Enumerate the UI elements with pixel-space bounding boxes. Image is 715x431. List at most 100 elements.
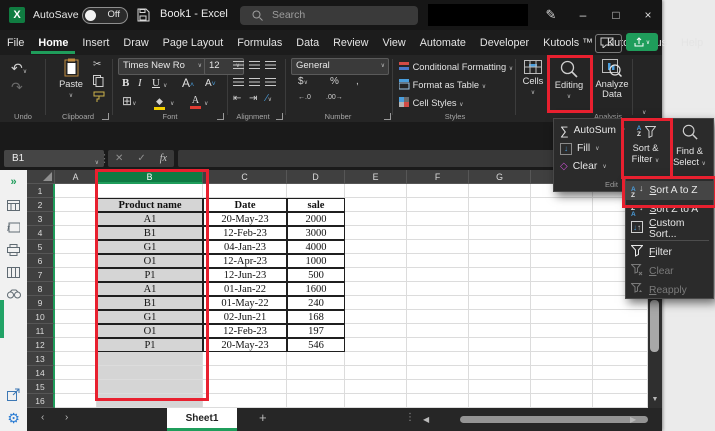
- cell-C7[interactable]: 12-Jun-23: [203, 268, 287, 282]
- pen-mode-icon[interactable]: ✎: [536, 0, 566, 30]
- cell-E6[interactable]: [345, 254, 407, 268]
- cell-E9[interactable]: [345, 296, 407, 310]
- row-header-16[interactable]: 16: [27, 394, 55, 408]
- row-header-5[interactable]: 5: [27, 240, 55, 254]
- tab-data[interactable]: Data: [289, 32, 326, 54]
- cell-D8[interactable]: 1600: [287, 282, 345, 296]
- search-box[interactable]: Search: [240, 6, 418, 25]
- cell-H8[interactable]: [531, 282, 593, 296]
- cell-D15[interactable]: [287, 380, 345, 394]
- sidebar-binoculars-icon[interactable]: [7, 289, 21, 299]
- sheetbar-ellipsis-icon[interactable]: ⋮: [405, 412, 415, 423]
- cell-B1[interactable]: [97, 184, 203, 198]
- sidebar-formula-pane-icon[interactable]: f: [7, 222, 20, 233]
- row-header-14[interactable]: 14: [27, 366, 55, 380]
- sidebar-printer-icon[interactable]: [7, 244, 20, 256]
- cell-C12[interactable]: 20-May-23: [203, 338, 287, 352]
- sidebar-columns-icon[interactable]: [7, 267, 20, 278]
- italic-button[interactable]: I: [138, 77, 142, 89]
- cell-E2[interactable]: [345, 198, 407, 212]
- tab-file[interactable]: File: [0, 32, 31, 54]
- decrease-font-button[interactable]: A˅: [205, 78, 216, 89]
- cell-C9[interactable]: 01-May-22: [203, 296, 287, 310]
- cancel-entry-icon[interactable]: ✕: [115, 153, 123, 164]
- cell-E13[interactable]: [345, 352, 407, 366]
- font-color-chevron-icon[interactable]: ∨: [204, 100, 208, 107]
- decrease-decimal-icon[interactable]: .00→: [326, 94, 343, 101]
- cell-E12[interactable]: [345, 338, 407, 352]
- row-header-6[interactable]: 6: [27, 254, 55, 268]
- cell-A1[interactable]: [55, 184, 97, 198]
- cell-B14[interactable]: [97, 366, 203, 380]
- cell-I16[interactable]: [593, 394, 648, 408]
- cell-G4[interactable]: [469, 226, 531, 240]
- confirm-entry-icon[interactable]: ✓: [137, 153, 145, 164]
- cell-D3[interactable]: 2000: [287, 212, 345, 226]
- cell-H13[interactable]: [531, 352, 593, 366]
- cell-D14[interactable]: [287, 366, 345, 380]
- cell-C16[interactable]: [203, 394, 287, 408]
- row-header-13[interactable]: 13: [27, 352, 55, 366]
- column-header-f[interactable]: F: [407, 170, 469, 184]
- cell-G3[interactable]: [469, 212, 531, 226]
- row-header-2[interactable]: 2: [27, 198, 55, 212]
- cell-H2[interactable]: [531, 198, 593, 212]
- decrease-indent-icon[interactable]: ⇤: [233, 93, 241, 104]
- cell-G8[interactable]: [469, 282, 531, 296]
- cell-D5[interactable]: 4000: [287, 240, 345, 254]
- column-header-e[interactable]: E: [345, 170, 407, 184]
- ribbon-collapse-chevron-icon[interactable]: ∨: [642, 109, 646, 116]
- tab-draw[interactable]: Draw: [116, 32, 155, 54]
- align-top-icon[interactable]: [233, 61, 244, 69]
- select-all-corner[interactable]: [27, 170, 55, 184]
- row-header-9[interactable]: 9: [27, 296, 55, 310]
- cell-G9[interactable]: [469, 296, 531, 310]
- tab-page-layout[interactable]: Page Layout: [156, 32, 231, 54]
- menu-item-sort-a-to-z[interactable]: AZ↓Sort A to Z: [626, 181, 713, 200]
- cell-G13[interactable]: [469, 352, 531, 366]
- cell-B8[interactable]: A1: [97, 282, 203, 296]
- cell-styles-button[interactable]: Cell Styles ∨: [399, 97, 464, 108]
- redo-button[interactable]: ↷: [11, 79, 23, 96]
- font-dialog-launcher-icon[interactable]: [217, 113, 224, 120]
- cell-A16[interactable]: [55, 394, 97, 408]
- clear-menu-item[interactable]: ◇ Clear∨: [560, 159, 607, 175]
- font-name-combo[interactable]: Times New Ro∨: [118, 58, 206, 75]
- tab-formulas[interactable]: Formulas: [230, 32, 289, 54]
- cell-F7[interactable]: [407, 268, 469, 282]
- cell-H5[interactable]: [531, 240, 593, 254]
- cell-I14[interactable]: [593, 366, 648, 380]
- undo-button[interactable]: ↶∨: [11, 60, 27, 77]
- cell-H9[interactable]: [531, 296, 593, 310]
- cell-A5[interactable]: [55, 240, 97, 254]
- editing-group-button[interactable]: Editing∨: [552, 60, 586, 100]
- cell-A13[interactable]: [55, 352, 97, 366]
- tab-view[interactable]: View: [375, 32, 412, 54]
- number-format-combo[interactable]: General∨: [291, 58, 389, 75]
- cell-D2[interactable]: sale: [287, 198, 345, 212]
- cell-B10[interactable]: G1: [97, 310, 203, 324]
- cell-G11[interactable]: [469, 324, 531, 338]
- cell-A7[interactable]: [55, 268, 97, 282]
- save-icon[interactable]: [136, 8, 150, 22]
- add-sheet-button[interactable]: +: [259, 410, 267, 425]
- cell-B3[interactable]: A1: [97, 212, 203, 226]
- sort-filter-button[interactable]: AZ Sort & Filter ∨: [624, 121, 667, 177]
- cell-C5[interactable]: 04-Jan-23: [203, 240, 287, 254]
- cell-H15[interactable]: [531, 380, 593, 394]
- cell-D11[interactable]: 197: [287, 324, 345, 338]
- cell-F10[interactable]: [407, 310, 469, 324]
- cell-B9[interactable]: B1: [97, 296, 203, 310]
- cell-B15[interactable]: [97, 380, 203, 394]
- cell-F9[interactable]: [407, 296, 469, 310]
- cell-F14[interactable]: [407, 366, 469, 380]
- cell-C10[interactable]: 02-Jun-21: [203, 310, 287, 324]
- increase-indent-icon[interactable]: ⇥: [249, 93, 257, 104]
- cell-H12[interactable]: [531, 338, 593, 352]
- cell-C15[interactable]: [203, 380, 287, 394]
- row-header-7[interactable]: 7: [27, 268, 55, 282]
- cell-A6[interactable]: [55, 254, 97, 268]
- cell-E16[interactable]: [345, 394, 407, 408]
- fill-menu-item[interactable]: ↓ Fill∨: [560, 141, 600, 157]
- cell-A15[interactable]: [55, 380, 97, 394]
